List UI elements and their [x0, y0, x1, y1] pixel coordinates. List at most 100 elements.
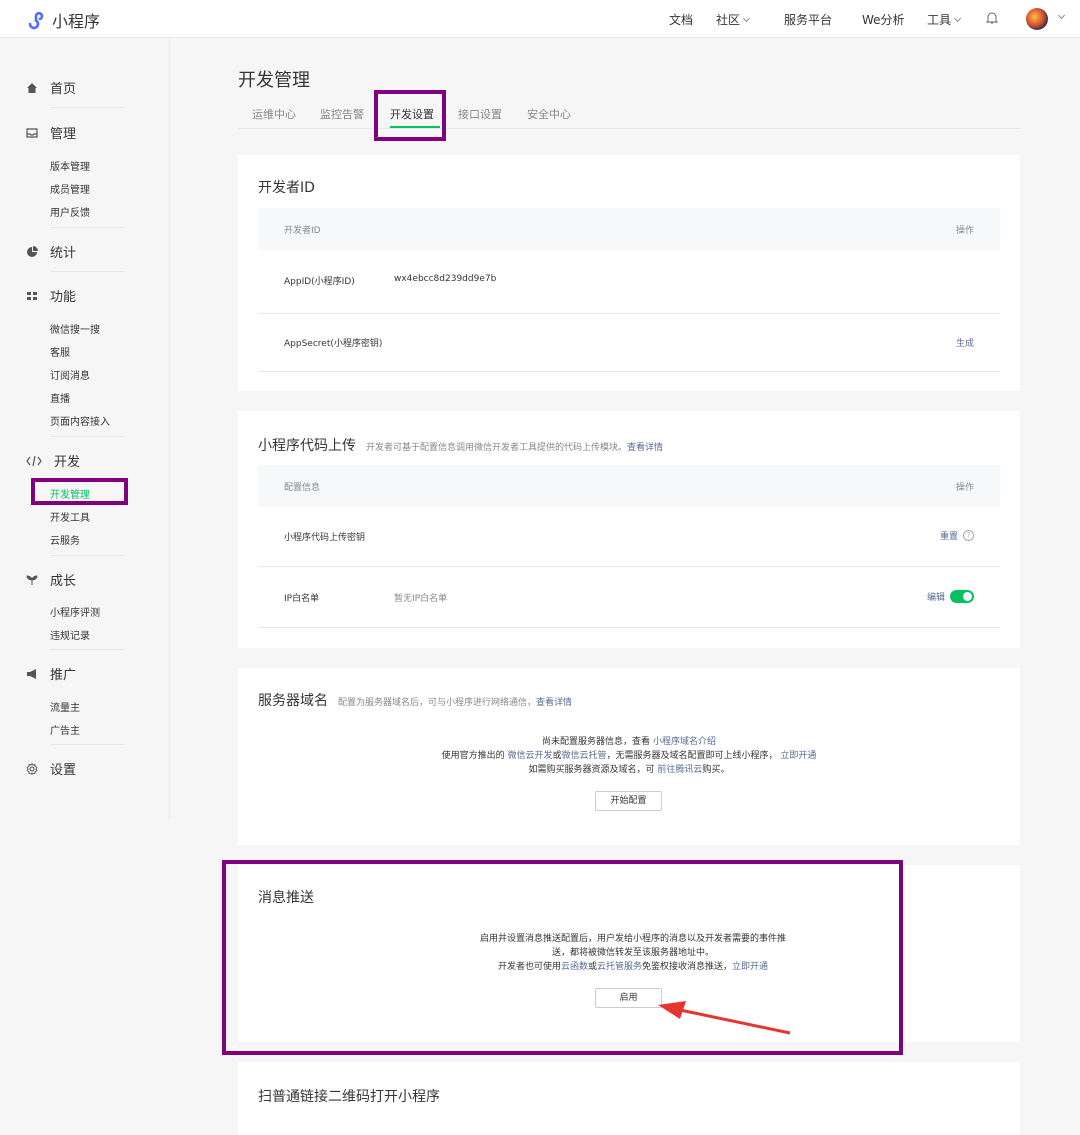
domain-intro-link[interactable]: 小程序域名介绍: [653, 737, 716, 747]
view-details-link[interactable]: 查看详情: [536, 698, 572, 708]
sidebar-item-customer-service[interactable]: 客服: [50, 344, 70, 359]
ip-whitelist-value: 暂无IP白名单: [394, 594, 448, 604]
toggle-knob: [963, 592, 972, 601]
text: 如需购买服务器资源及域名，可: [528, 765, 655, 775]
sidebar-item-wechat-search[interactable]: 微信搜一搜: [50, 321, 100, 336]
card-title-text: 小程序代码上传: [258, 438, 356, 454]
sidebar-item-label: 设置: [50, 763, 77, 778]
bell-icon[interactable]: [985, 11, 999, 25]
table-header: 配置信息 操作: [258, 465, 1000, 507]
sidebar-item-home[interactable]: 首页: [26, 78, 76, 97]
tab-api-settings[interactable]: 接口设置: [458, 106, 502, 122]
tab-dev-settings[interactable]: 开发设置: [390, 106, 434, 122]
tab-security-center[interactable]: 安全中心: [527, 106, 571, 122]
chevron-down-icon[interactable]: [1057, 11, 1066, 20]
column-header: 操作: [955, 226, 974, 236]
nav-community[interactable]: 社区: [716, 11, 751, 28]
avatar[interactable]: [1026, 8, 1048, 30]
nav-service-platform-label: 服务平台: [784, 13, 833, 27]
card-title: 小程序代码上传 开发者可基于配置信息调用微信开发者工具提供的代码上传模块。查看详情: [258, 435, 663, 455]
tencent-cloud-link[interactable]: 前往腾讯云: [657, 765, 702, 775]
ip-whitelist-label: IP白名单: [284, 594, 320, 604]
appsecret-label: AppSecret(小程序密钥): [284, 339, 383, 349]
sidebar-item-user-feedback[interactable]: 用户反馈: [50, 204, 90, 219]
text: 或: [552, 751, 562, 761]
view-details-link[interactable]: 查看详情: [627, 443, 663, 453]
card-title: 开发者ID: [258, 180, 315, 196]
sidebar-item-subscribe-msg[interactable]: 订阅消息: [50, 367, 90, 382]
server-domain-card: 服务器域名 配置为服务器域名后，可与小程序进行网络通信，查看详情 尚未配置服务器信…: [238, 668, 1020, 845]
sidebar-item-manage[interactable]: 管理: [26, 123, 76, 142]
sidebar-item-live[interactable]: 直播: [50, 390, 70, 405]
sidebar-item-label: 管理: [50, 127, 77, 142]
nav-docs[interactable]: 文档: [669, 11, 693, 28]
page-title: 开发管理: [238, 70, 310, 91]
table-row: IP白名单 暂无IP白名单 编辑: [258, 567, 1000, 628]
sidebar-item-dev-manage[interactable]: 开发管理: [50, 486, 90, 501]
nav-community-label: 社区: [716, 13, 741, 27]
sidebar-item-settings[interactable]: 设置: [26, 759, 76, 778]
ip-whitelist-actions: 编辑: [927, 590, 974, 603]
description-text: 开发者可基于配置信息调用微信开发者工具提供的代码上传模块。: [366, 443, 628, 453]
sidebar-item-member-manage[interactable]: 成员管理: [50, 181, 90, 196]
info-line: 使用官方推出的 微信云开发或微信云托管，无需服务器及域名配置即可上线小程序， 立…: [238, 749, 1020, 763]
table-header: 开发者ID 操作: [258, 208, 1000, 250]
start-config-button[interactable]: 开始配置: [595, 791, 662, 811]
table-row: AppID(小程序ID) wx4ebcc8d239dd9e7b: [258, 250, 1000, 314]
nav-tools[interactable]: 工具: [927, 11, 962, 28]
top-bar: 小程序 文档 社区 服务平台 We分析 工具: [0, 0, 1080, 38]
ip-whitelist-toggle[interactable]: [950, 590, 974, 603]
divider: [50, 649, 124, 650]
tab-monitor-alert[interactable]: 监控告警: [320, 106, 364, 122]
cloud-hosting-link[interactable]: 微信云托管: [562, 751, 607, 761]
tab-bar: 运维中心 监控告警 开发设置 接口设置 安全中心: [238, 100, 1020, 129]
sidebar-item-traffic-owner[interactable]: 流量主: [50, 699, 80, 714]
annotation-arrow-icon: [658, 1001, 791, 1035]
grid-icon: [26, 290, 38, 302]
gear-icon: [26, 762, 38, 775]
divider: [50, 107, 124, 108]
sidebar-item-features[interactable]: 功能: [26, 286, 76, 305]
sidebar-item-dev-tools[interactable]: 开发工具: [50, 509, 90, 524]
sidebar-item-evaluation[interactable]: 小程序评测: [50, 604, 100, 619]
sidebar-item-page-content[interactable]: 页面内容接入: [50, 413, 110, 428]
cloud-hosting-service-link[interactable]: 云托管服务: [597, 962, 642, 972]
cloud-function-link[interactable]: 云函数: [561, 962, 588, 972]
nav-service-platform[interactable]: 服务平台: [784, 11, 832, 28]
tab-ops-center[interactable]: 运维中心: [252, 106, 296, 122]
help-icon[interactable]: ?: [963, 530, 974, 541]
sidebar-item-label: 首页: [50, 82, 77, 97]
info-line: 送，都将被微信转发至该服务器地址中。: [551, 948, 714, 958]
code-icon: [26, 455, 42, 467]
sidebar-item-label: 成长: [50, 574, 77, 589]
sidebar-item-growth[interactable]: 成长: [26, 570, 76, 589]
generate-secret-link[interactable]: 生成: [956, 336, 974, 349]
text: 开发者也可使用: [497, 962, 561, 972]
card-title: 消息推送: [258, 890, 314, 906]
reset-key-link[interactable]: 重置?: [940, 529, 974, 542]
activate-now-link[interactable]: 立即开通: [780, 751, 816, 761]
cloud-dev-link[interactable]: 微信云开发: [507, 751, 552, 761]
sidebar-item-dev[interactable]: 开发: [26, 451, 80, 470]
sidebar-item-version-manage[interactable]: 版本管理: [50, 158, 90, 173]
activate-now-link[interactable]: 立即开通: [732, 962, 768, 972]
column-header: 配置信息: [284, 483, 321, 493]
card-description: 开发者可基于配置信息调用微信开发者工具提供的代码上传模块。查看详情: [366, 443, 663, 453]
top-nav: 文档 社区 服务平台 We分析 工具: [0, 0, 1080, 38]
sidebar-item-label: 统计: [50, 246, 77, 261]
sidebar-item-promo[interactable]: 推广: [26, 664, 76, 683]
divider: [50, 744, 124, 745]
nav-we-analysis[interactable]: We分析: [862, 11, 905, 28]
sidebar-item-violation[interactable]: 违规记录: [50, 627, 90, 642]
divider: [50, 271, 124, 272]
appid-value: wx4ebcc8d239dd9e7b: [394, 274, 497, 284]
card-title: 扫普通链接二维码打开小程序: [258, 1089, 440, 1105]
edit-link[interactable]: 编辑: [927, 590, 945, 603]
divider: [50, 555, 124, 556]
sidebar-item-cloud-service[interactable]: 云服务: [50, 532, 80, 547]
sidebar-item-stats[interactable]: 统计: [26, 242, 76, 261]
sprout-icon: [26, 574, 38, 586]
text: 或: [587, 962, 597, 972]
home-icon: [26, 82, 38, 94]
sidebar-item-advertiser[interactable]: 广告主: [50, 722, 80, 737]
